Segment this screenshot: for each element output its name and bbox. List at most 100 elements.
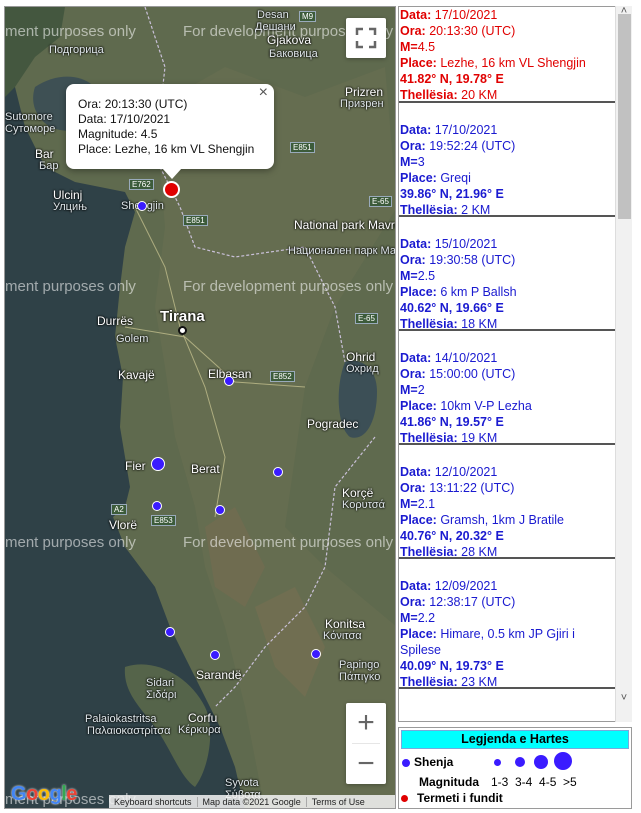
list-item[interactable]: Data: 15/10/2021 Ora: 19:30:58 (UTC) M=2… — [399, 217, 617, 331]
scroll-down-arrow[interactable]: ˅ — [616, 692, 632, 704]
place-label: Κόνιτσα — [323, 630, 362, 642]
entry-date-row: Data: 12/10/2021 — [400, 464, 617, 480]
earthquake-marker[interactable] — [273, 467, 283, 477]
entry-place-label: Place: — [400, 399, 437, 413]
place-label: Улцињ — [53, 201, 88, 213]
logo-letter: G — [11, 783, 27, 805]
road-shield: A2 — [111, 504, 127, 515]
legend-title: Legjenda e Hartes — [401, 730, 629, 749]
entry-coords: 40.62° N, 19.66° E — [400, 301, 504, 315]
earthquake-marker[interactable] — [165, 627, 175, 637]
place-label: Дешани — [255, 21, 296, 33]
place-label: Corfu — [188, 711, 218, 725]
list-item[interactable]: Data: 17/10/2021 Ora: 19:52:24 (UTC) M=3… — [399, 103, 617, 217]
entry-date: 12/09/2021 — [434, 579, 498, 593]
entry-date-label: Data: — [400, 465, 432, 479]
entry-magnitude-row: M=2 — [400, 382, 617, 398]
entry-date-label: Data: — [400, 351, 432, 365]
earthquake-marker[interactable] — [137, 201, 147, 211]
entry-time: 19:52:24 (UTC) — [429, 139, 516, 153]
fullscreen-icon — [355, 27, 377, 49]
earthquake-list[interactable]: Data: 17/10/2021 Ora: 20:13:30 (UTC) M=4… — [398, 6, 632, 722]
list-item[interactable]: Data: 12/10/2021 Ora: 13:11:22 (UTC) M=2… — [399, 445, 617, 559]
watermark: ment purposes only — [5, 23, 136, 40]
logo-letter: e — [66, 783, 77, 805]
entry-spacer — [400, 446, 617, 464]
latest-earthquake-marker[interactable] — [163, 181, 180, 198]
entry-date-label: Data: — [400, 579, 432, 593]
keyboard-shortcuts-link[interactable]: Keyboard shortcuts — [109, 797, 198, 807]
earthquake-map[interactable]: ment purposes only For development purpo… — [4, 6, 396, 809]
entry-time: 19:30:58 (UTC) — [429, 253, 516, 267]
terms-of-use-link[interactable]: Terms of Use — [307, 797, 370, 807]
earthquake-marker[interactable] — [152, 501, 162, 511]
zoom-in-button[interactable]: + — [346, 703, 386, 743]
place-label: Prizren — [345, 85, 384, 99]
watermark: ment purposes only — [5, 278, 136, 295]
legend-magnituda-label: Magnituda — [419, 775, 479, 789]
entry-coords: 40.76° N, 20.32° E — [400, 529, 504, 543]
entry-place-label: Place: — [400, 56, 437, 70]
entry-time-row: Ora: 12:38:17 (UTC) — [400, 594, 617, 610]
earthquake-marker[interactable] — [210, 650, 220, 660]
entry-place: Gramsh, 1km J Bratile — [440, 513, 564, 527]
earthquake-marker[interactable] — [224, 376, 234, 386]
entry-coords-row: 40.76° N, 20.32° E — [400, 528, 617, 544]
road-shield: E762 — [129, 179, 154, 190]
entry-time: 12:38:17 (UTC) — [429, 595, 516, 609]
entry-place: Lezhe, 16 km VL Shengjin — [440, 56, 586, 70]
entry-coords-row: 41.82° N, 19.78° E — [400, 71, 617, 87]
entry-depth-label: Thellësia: — [400, 545, 458, 559]
entry-depth: 19 KM — [461, 431, 498, 445]
entry-coords-row: 39.86° N, 21.96° E — [400, 186, 617, 202]
entry-place-row: Place: Gramsh, 1km J Bratile — [400, 512, 617, 528]
list-item[interactable]: Data: 14/10/2021 Ora: 15:00:00 (UTC) M=2… — [399, 331, 617, 445]
entry-magnitude-row: M=4.5 — [400, 39, 617, 55]
scroll-thumb[interactable] — [618, 14, 631, 219]
earthquake-marker[interactable] — [215, 505, 225, 515]
map-data-text: Map data ©2021 Google — [198, 797, 307, 807]
entry-magnitude-label: M= — [400, 40, 418, 54]
place-label: Бар — [39, 160, 59, 172]
logo-letter: g — [49, 783, 62, 805]
place-label: Сутоморе — [5, 123, 56, 135]
entry-place-label: Place: — [400, 171, 437, 185]
road-shield: E851 — [290, 142, 315, 153]
earthquake-marker[interactable] — [151, 457, 165, 471]
entry-time: 13:11:22 (UTC) — [429, 481, 515, 495]
logo-letter: o — [37, 783, 50, 805]
entry-date-label: Data: — [400, 123, 432, 137]
watermark: For development purposes only — [183, 534, 394, 551]
entry-place-row: Place: Himare, 0.5 km JP Gjiri i Spilese — [400, 626, 617, 658]
zoom-control: + − — [346, 703, 386, 784]
entry-coords: 41.86° N, 19.57° E — [400, 415, 504, 429]
place-label: Κορυτσά — [342, 499, 385, 511]
list-item[interactable]: Data: 17/10/2021 Ora: 20:13:30 (UTC) M=4… — [399, 7, 617, 103]
entry-time-row: Ora: 19:30:58 (UTC) — [400, 252, 617, 268]
entry-coords-row: 40.09° N, 19.73° E — [400, 658, 617, 674]
entry-date-row: Data: 12/09/2021 — [400, 578, 617, 594]
list-item[interactable]: Data: 12/09/2021 Ora: 12:38:17 (UTC) M=2… — [399, 559, 617, 689]
road-shield: E-65 — [355, 313, 378, 324]
popup-place: Lezhe, 16 km VL Shengjin — [114, 142, 255, 156]
entry-place-label: Place: — [400, 513, 437, 527]
legend-size-2-icon — [515, 757, 525, 767]
place-label: Golem — [116, 333, 149, 345]
road-shield: E852 — [270, 371, 295, 382]
entry-spacer — [400, 560, 617, 578]
place-label: Berat — [191, 462, 220, 476]
entry-date-label: Data: — [400, 237, 432, 251]
entry-coords: 39.86° N, 21.96° E — [400, 187, 504, 201]
close-icon[interactable]: × — [259, 85, 268, 101]
list-scrollbar[interactable]: ˄ ˅ — [615, 5, 632, 722]
entry-magnitude-label: M= — [400, 611, 418, 625]
google-logo[interactable]: Google — [11, 783, 77, 806]
entry-depth-label: Thellësia: — [400, 675, 458, 689]
entry-date: 14/10/2021 — [434, 351, 498, 365]
fullscreen-button[interactable] — [346, 18, 386, 58]
entry-depth-label: Thellësia: — [400, 203, 458, 217]
zoom-out-button[interactable]: − — [346, 744, 386, 784]
earthquake-marker[interactable] — [311, 649, 321, 659]
entry-place-label: Place: — [400, 285, 437, 299]
place-label: Fier — [125, 459, 146, 473]
